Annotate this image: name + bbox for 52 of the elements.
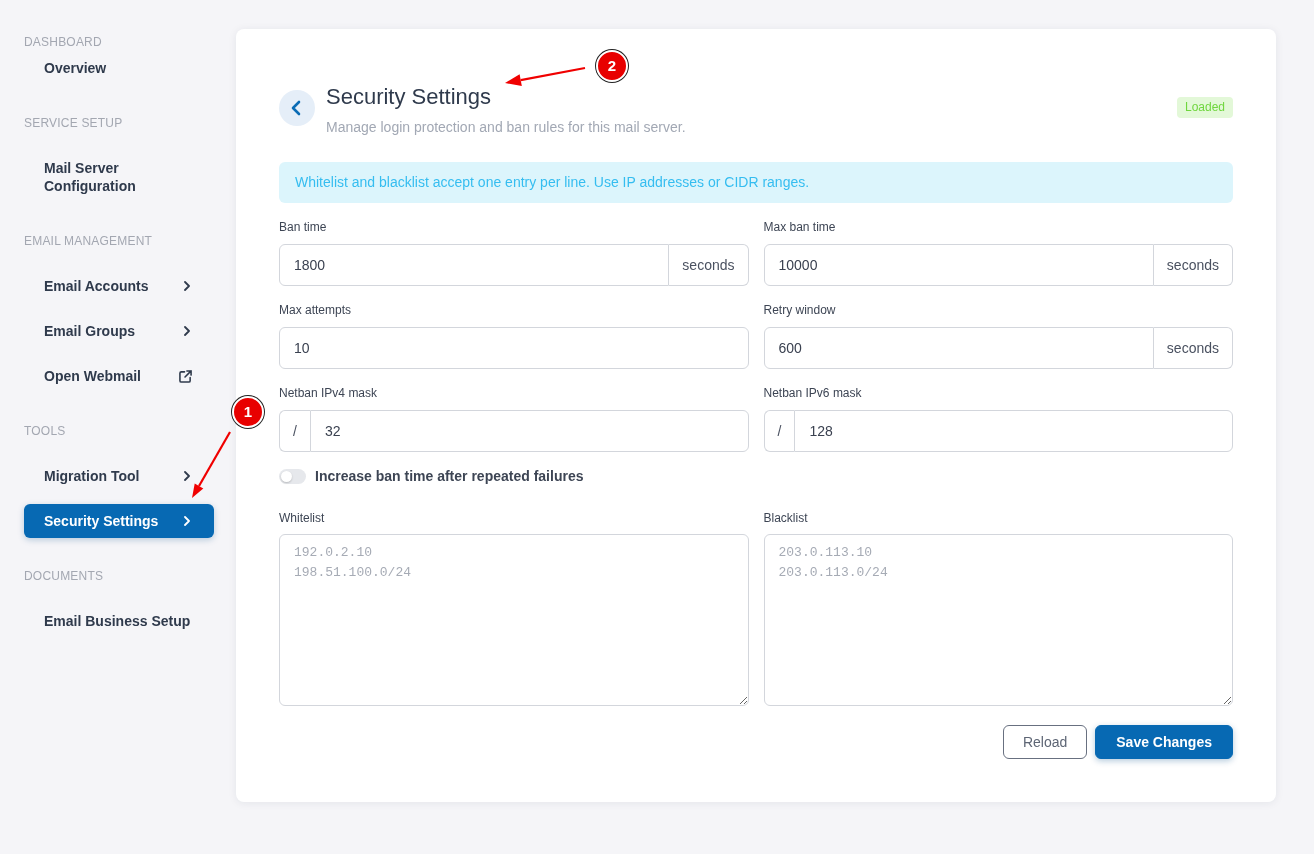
annotation-arrow — [191, 431, 231, 499]
input-field[interactable]: 600 — [763, 327, 1154, 369]
input-field[interactable]: 32 — [309, 410, 749, 452]
reload-button[interactable]: Reload — [1002, 725, 1088, 759]
toggle-label: Increase ban time after repeated failures — [315, 468, 584, 484]
field-label: Blacklist — [763, 510, 808, 526]
section-heading: SERVICE SETUP — [24, 115, 124, 131]
external-link-icon — [179, 369, 192, 383]
callout-marker: 2 — [596, 50, 628, 82]
input-field[interactable]: 10000 — [763, 244, 1154, 286]
callout-marker: 1 — [232, 396, 264, 428]
page-subtitle: Manage login protection and ban rules for this mail server. — [326, 118, 686, 137]
sidebar-item[interactable]: Email Business Setup — [24, 604, 214, 638]
input-field[interactable]: 1800 — [279, 244, 670, 286]
sidebar-item[interactable]: Email Groups — [24, 314, 214, 348]
field-label: Netban IPv4 mask — [279, 385, 378, 401]
field-label: Retry window — [763, 302, 836, 318]
input-prefix: / — [763, 410, 795, 452]
chevron-right-icon — [184, 326, 190, 336]
input-field[interactable]: 128 — [794, 410, 1233, 452]
section-heading: DOCUMENTS — [24, 568, 105, 584]
text-area[interactable]: 192.0.2.10 198.51.100.0/24 — [279, 534, 749, 706]
chevron-right-icon — [184, 516, 190, 526]
unit-label: seconds — [1153, 244, 1233, 286]
unit-label: seconds — [1153, 327, 1233, 369]
section-heading: TOOLS — [24, 423, 67, 439]
field-label: Ban time — [279, 219, 327, 235]
status-badge: Loaded — [1176, 97, 1233, 118]
sidebar-item[interactable]: Mail Server Configuration — [24, 151, 214, 203]
save-button[interactable]: Save Changes — [1095, 725, 1233, 759]
field-label: Netban IPv6 mask — [763, 385, 862, 401]
sidebar-item[interactable]: Open Webmail — [24, 359, 214, 393]
back-button[interactable] — [279, 90, 315, 126]
sidebar-item[interactable]: Overview — [24, 51, 214, 85]
chevron-right-icon — [184, 471, 190, 481]
section-heading: EMAIL MANAGEMENT — [24, 233, 154, 249]
sidebar-item[interactable]: Security Settings — [24, 504, 214, 538]
sidebar-item[interactable]: Email Accounts — [24, 269, 214, 303]
input-prefix: / — [279, 410, 310, 452]
sidebar-item[interactable]: Migration Tool — [24, 459, 214, 493]
field-label: Max attempts — [279, 302, 352, 318]
field-label: Whitelist — [279, 510, 325, 526]
page-title: Security Settings — [326, 84, 492, 110]
input-field[interactable]: 10 — [279, 327, 749, 369]
field-label: Max ban time — [763, 219, 836, 235]
section-heading: DASHBOARD — [24, 34, 103, 50]
toggle-switch[interactable] — [279, 468, 306, 484]
text-area[interactable]: 203.0.113.10 203.0.113.0/24 — [763, 534, 1233, 706]
info-alert: Whitelist and blacklist accept one entry per line. Use IP addresses or CIDR ranges. — [279, 162, 1233, 203]
unit-label: seconds — [669, 244, 749, 286]
chevron-right-icon — [184, 281, 190, 291]
chevron-left-icon — [291, 100, 301, 116]
